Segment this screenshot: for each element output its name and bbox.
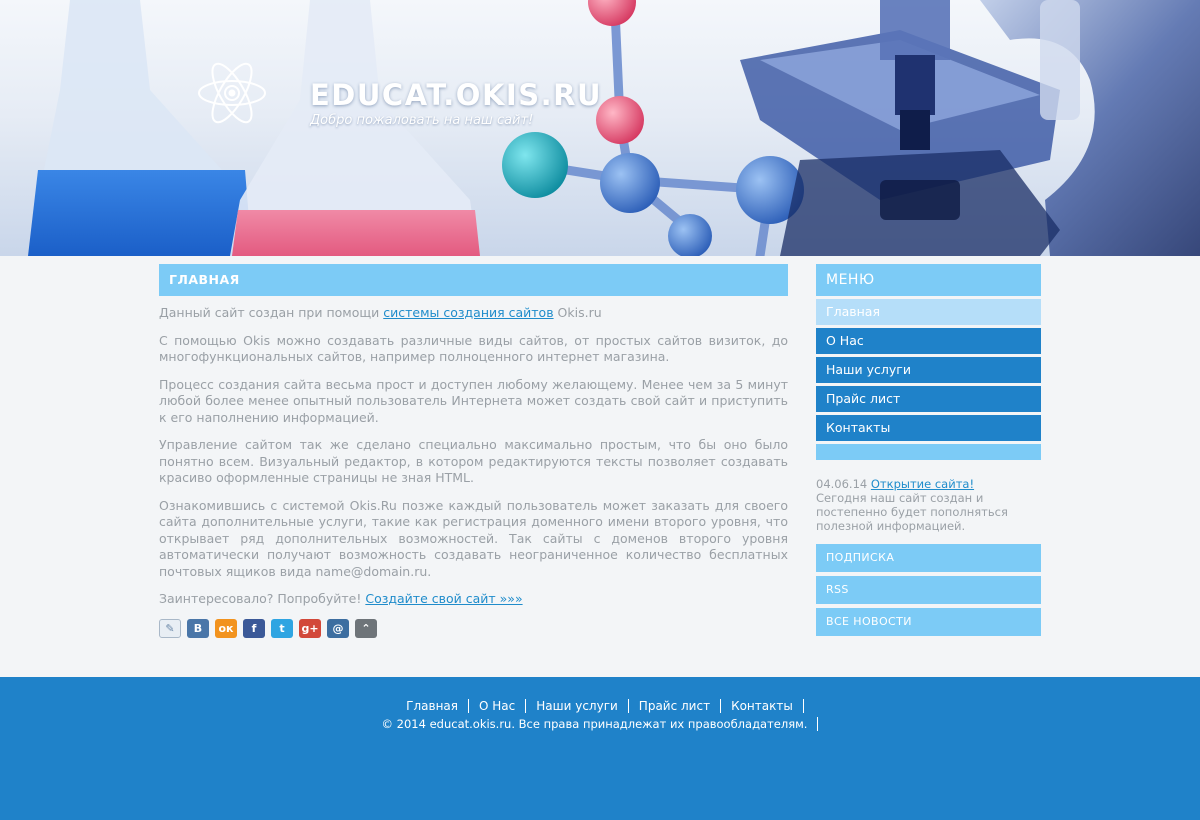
site-title[interactable]: EDUCAT.OKIS.RU xyxy=(310,78,602,112)
sidebar: МЕНЮ Главная О Нас Наши услуги Прайс лис… xyxy=(816,264,1041,636)
news-date: 04.06.14 xyxy=(816,477,868,491)
news-block: 04.06.14 Открытие сайта! Сегодня наш сай… xyxy=(816,477,1041,533)
menu-item-home[interactable]: Главная xyxy=(816,299,1041,325)
odnoklassniki-icon[interactable]: ок xyxy=(215,618,237,638)
paragraph-text: Заинтересовало? Попробуйте! xyxy=(159,591,366,606)
twitter-icon[interactable]: t xyxy=(271,618,293,638)
atom-logo-icon[interactable] xyxy=(195,56,269,130)
footer-link-contacts[interactable]: Контакты xyxy=(721,699,804,713)
livejournal-icon[interactable]: ✎ xyxy=(159,618,181,638)
menu-item-about[interactable]: О Нас xyxy=(816,328,1041,354)
more-icon[interactable]: ⌃ xyxy=(355,618,377,638)
paragraph: Управление сайтом так же сделано специал… xyxy=(159,437,788,485)
menu-item-pricelist[interactable]: Прайс лист xyxy=(816,386,1041,412)
paragraph: Заинтересовало? Попробуйте! Создайте сво… xyxy=(159,591,788,608)
googleplus-icon[interactable]: g+ xyxy=(299,618,321,638)
laboratory-illustration xyxy=(28,0,1200,256)
mailru-icon[interactable]: @ xyxy=(327,618,349,638)
subscribe-button[interactable]: ПОДПИСКА xyxy=(816,544,1041,572)
main-content: ГЛАВНАЯ Данный сайт создан при помощи си… xyxy=(159,264,788,638)
paragraph-text: Okis.ru xyxy=(553,305,602,320)
footer-nav: Главная О Нас Наши услуги Прайс лист Контакт… xyxy=(0,699,1200,713)
paragraph-text: Данный сайт создан при помощи xyxy=(159,305,384,320)
copyright: © 2014 educat.okis.ru. Все права принадл… xyxy=(0,717,1200,731)
share-buttons: ✎ Bок f t g+ @ ⌃ xyxy=(159,618,788,638)
site-slogan: Добро пожаловать на наш сайт! xyxy=(310,113,534,128)
footer-link-home[interactable]: Главная xyxy=(396,699,470,713)
site-builder-link[interactable]: системы создания сайтов xyxy=(383,305,553,320)
menu-title: МЕНЮ xyxy=(816,264,1041,296)
rss-button[interactable]: RSS xyxy=(816,576,1041,604)
paragraph: Процесс создания сайта весьма прост и до… xyxy=(159,376,788,425)
paragraph: Ознакомившись с системой Okis.Ru позже к… xyxy=(159,497,788,579)
page-title: ГЛАВНАЯ xyxy=(159,264,788,296)
article-body: Данный сайт создан при помощи системы со… xyxy=(159,305,788,608)
paragraph: Данный сайт создан при помощи системы со… xyxy=(159,305,788,322)
news-text: Сегодня наш сайт создан и постепенно буд… xyxy=(816,491,1008,533)
vkontakte-icon[interactable]: B xyxy=(187,618,209,638)
footer: Главная О Нас Наши услуги Прайс лист Контакт… xyxy=(0,677,1200,820)
header-banner: EDUCAT.OKIS.RU Добро пожаловать на наш с… xyxy=(0,0,1200,256)
facebook-icon[interactable]: f xyxy=(243,618,265,638)
create-site-link[interactable]: Создайте свой сайт »»» xyxy=(365,591,522,606)
menu-item-services[interactable]: Наши услуги xyxy=(816,357,1041,383)
menu-item-contacts[interactable]: Контакты xyxy=(816,415,1041,441)
copyright-text: © 2014 educat.okis.ru. Все права принадл… xyxy=(382,717,819,731)
news-title-link[interactable]: Открытие сайта! xyxy=(871,477,974,491)
footer-link-services[interactable]: Наши услуги xyxy=(526,699,629,713)
menu-footer-bar xyxy=(816,444,1041,460)
footer-link-about[interactable]: О Нас xyxy=(469,699,527,713)
all-news-button[interactable]: ВСЕ НОВОСТИ xyxy=(816,608,1041,636)
paragraph: С помощью Okis можно создавать различные… xyxy=(159,332,788,365)
footer-link-pricelist[interactable]: Прайс лист xyxy=(629,699,722,713)
